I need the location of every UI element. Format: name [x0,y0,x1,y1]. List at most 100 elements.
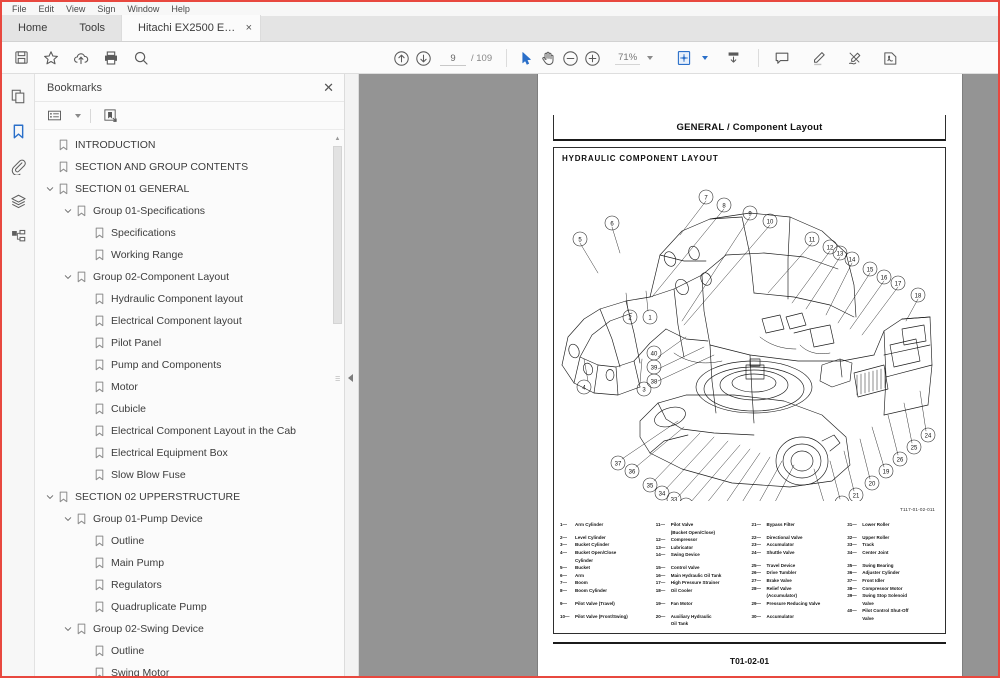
svg-text:35: 35 [647,483,654,489]
select-tool-icon[interactable] [515,47,537,69]
zoom-level-control[interactable]: 71% [615,52,654,65]
legend-entry-name: Lubricator [670,544,694,550]
legend-entry: 34— Center Joint [847,549,939,557]
hand-tool-icon[interactable] [537,47,559,69]
bookmark-item[interactable]: Regulators [35,574,344,596]
legend-entry: 21— Bypass Filter [752,521,844,529]
bookmark-item[interactable]: Working Range [35,244,344,266]
chevron-down-icon[interactable] [43,490,57,504]
menu-item-window[interactable]: Window [121,2,165,16]
bookmark-item[interactable]: INTRODUCTION [35,134,344,156]
close-icon[interactable]: × [246,22,252,34]
new-bookmark-icon[interactable] [100,106,120,126]
bookmark-item[interactable]: Group 02-Component Layout [35,266,344,288]
page-thumbnails-icon[interactable] [6,84,30,108]
legend-entry-name: Arm [575,572,585,578]
legend-entry: 19— Fan Motor [656,600,748,608]
chevron-down-icon[interactable] [61,622,75,636]
svg-text:37: 37 [615,461,622,467]
close-icon[interactable]: ✕ [323,81,334,94]
previous-page-icon[interactable] [390,47,412,69]
legend-column: 31— Lower Roller 32— Upper Roller 33— Track 34… [847,521,939,629]
bookmark-item[interactable]: Pilot Panel [35,332,344,354]
chevron-down-icon[interactable] [75,113,81,118]
menu-item-help[interactable]: Help [165,2,196,16]
bookmark-item[interactable]: Pump and Components [35,354,344,376]
panel-divider[interactable] [345,74,359,676]
tags-icon[interactable] [6,224,30,248]
add-comment-icon[interactable] [771,47,793,69]
svg-text:16: 16 [881,275,888,281]
highlight-text-icon[interactable] [807,47,829,69]
bookmark-item[interactable]: Specifications [35,222,344,244]
bookmark-item[interactable]: Group 02-Swing Device [35,618,344,640]
bookmark-item[interactable]: Main Pump [35,552,344,574]
bookmark-item[interactable]: Quadruplicate Pump [35,596,344,618]
next-page-icon[interactable] [412,47,434,69]
bookmarks-icon[interactable] [6,119,30,143]
bookmark-item[interactable]: SECTION 01 GENERAL [35,178,344,200]
bookmark-item[interactable]: Slow Blow Fuse [35,464,344,486]
bookmark-item[interactable]: Group 01-Specifications [35,200,344,222]
add-to-favorites-icon[interactable] [40,47,62,69]
legend-entry: 7— Boom [560,579,652,587]
page-number-input[interactable]: 9 [440,51,466,66]
bookmark-item[interactable]: Swing Motor [35,662,344,676]
legend-entry-number: 18— [655,587,666,593]
bookmark-item-label: Cubicle [111,403,147,415]
find-icon[interactable] [130,47,152,69]
legend-entry: 2— Level Cylinder [560,534,652,542]
svg-text:33: 33 [671,497,678,501]
menu-item-file[interactable]: File [6,2,33,16]
bookmark-item[interactable]: SECTION AND GROUP CONTENTS [35,156,344,178]
legend-entry-name: Drive Tumbler [766,570,797,576]
bookmark-item[interactable]: Cubicle [35,398,344,420]
scroll-up-icon[interactable]: ▲ [334,136,341,143]
fill-and-sign-icon[interactable] [879,47,901,69]
legend-entry-number: 24— [751,549,762,555]
draw-free-form-icon[interactable] [843,47,865,69]
bookmark-options-icon[interactable] [44,106,64,126]
menu-item-edit[interactable]: Edit [33,2,61,16]
upload-to-cloud-icon[interactable] [70,47,92,69]
tab-tools[interactable]: Tools [63,15,122,41]
legend-entry-number: 39— [847,593,857,599]
scrollbar-thumb[interactable] [333,146,342,324]
bookmark-item[interactable]: Outline [35,530,344,552]
bookmark-item-label: Group 02-Swing Device [93,623,204,635]
bookmarks-tree[interactable]: INTRODUCTION SECTION AND GROUP CONTENTS SE… [35,130,344,676]
bookmark-item[interactable]: Hydraulic Component layout [35,288,344,310]
page-title: GENERAL / Component Layout [676,121,823,133]
chevron-down-icon[interactable] [647,56,654,60]
attachments-icon[interactable] [6,154,30,178]
bookmark-item[interactable]: Group 01-Pump Device [35,508,344,530]
zoom-in-icon[interactable] [581,47,603,69]
document-viewer[interactable]: GENERAL / Component Layout HYDRAULIC COM… [359,74,998,676]
bookmark-item-label: Electrical Component Layout in the Cab [111,425,297,437]
bookmark-item[interactable]: SECTION 02 UPPERSTRUCTURE [35,486,344,508]
page-fit-icon[interactable] [673,47,695,69]
bookmark-item[interactable]: Motor [35,376,344,398]
bookmark-item[interactable]: Outline [35,640,344,662]
chevron-down-icon[interactable] [702,56,709,60]
save-icon[interactable] [10,47,32,69]
chevron-down-icon[interactable] [43,182,57,196]
chevron-down-icon[interactable] [61,512,75,526]
bookmarks-scrollbar[interactable]: ▲ ☰ [333,136,342,676]
chevron-down-icon[interactable] [61,270,75,284]
menu-item-view[interactable]: View [60,2,91,16]
chevron-down-icon[interactable] [61,204,75,218]
zoom-out-icon[interactable] [559,47,581,69]
bookmark-item[interactable]: Electrical Component Layout in the Cab [35,420,344,442]
page-fit-control[interactable] [673,47,709,69]
bookmark-item[interactable]: Electrical Component layout [35,310,344,332]
print-icon[interactable] [100,47,122,69]
tab-home[interactable]: Home [2,15,64,41]
menu-item-sign[interactable]: Sign [91,2,121,16]
layers-icon[interactable] [6,189,30,213]
collapse-panel-icon[interactable] [348,374,353,382]
bookmark-item[interactable]: Electrical Equipment Box [35,442,344,464]
bookmark-item-label: Specifications [111,227,176,239]
tab-document[interactable]: Hitachi EX2500 Exc... × [121,15,262,41]
scroll-mode-icon[interactable] [722,47,744,69]
